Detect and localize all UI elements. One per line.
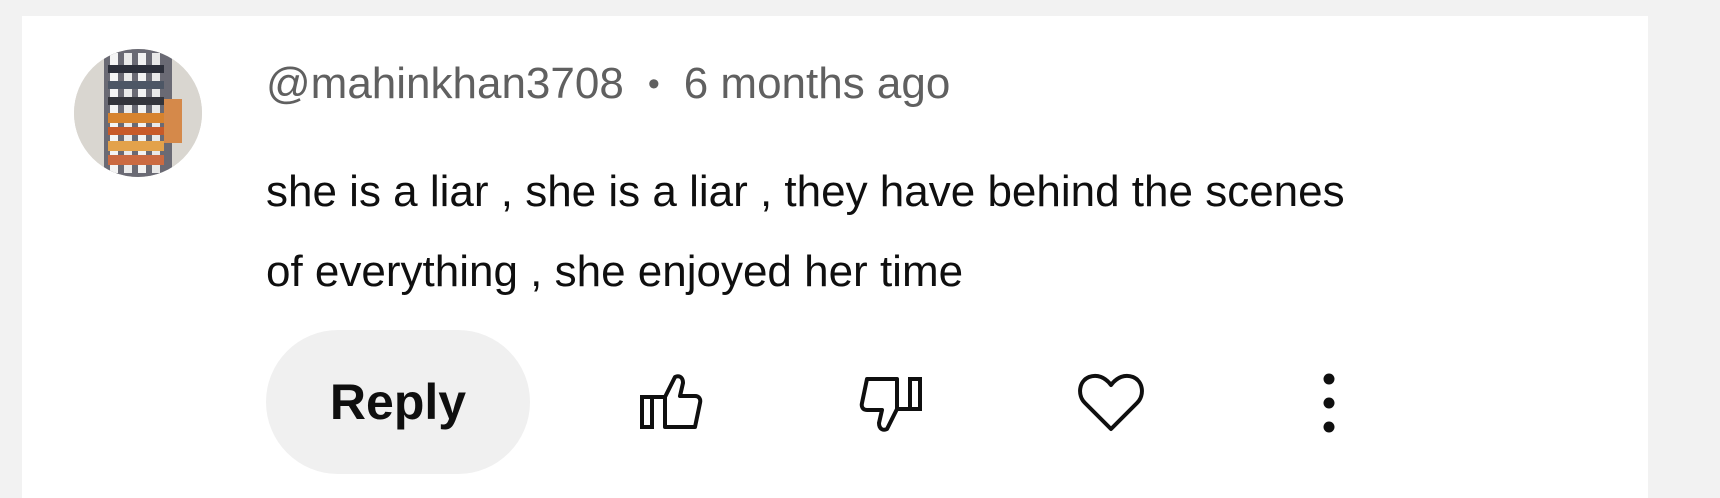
heart-icon bbox=[1078, 373, 1144, 431]
author-link[interactable]: @mahinkhan3708 bbox=[266, 59, 624, 109]
dislike-button[interactable] bbox=[846, 358, 936, 448]
comment-text: she is a liar , she is a liar , they hav… bbox=[266, 152, 1596, 312]
more-actions-button[interactable] bbox=[1284, 358, 1374, 448]
thumb-down-icon bbox=[859, 377, 922, 432]
comment-text-line: she is a liar , she is a liar , they hav… bbox=[266, 167, 1345, 216]
meta-separator: • bbox=[647, 64, 660, 103]
comment-card: @mahinkhan3708 • 6 months ago she is a l… bbox=[22, 16, 1648, 498]
avatar[interactable] bbox=[74, 49, 202, 177]
heart-button[interactable] bbox=[1066, 358, 1156, 448]
thumb-up-icon bbox=[640, 374, 703, 429]
comment-text-line: of everything , she enjoyed her time bbox=[266, 247, 964, 296]
like-button[interactable] bbox=[626, 358, 716, 448]
comment-meta: @mahinkhan3708 • 6 months ago bbox=[266, 54, 950, 114]
reply-button[interactable]: Reply bbox=[266, 330, 530, 474]
comment-timestamp[interactable]: 6 months ago bbox=[684, 59, 951, 109]
more-vert-icon bbox=[1323, 373, 1335, 433]
avatar-image bbox=[74, 49, 202, 177]
comment-actions: Reply bbox=[266, 330, 1466, 474]
